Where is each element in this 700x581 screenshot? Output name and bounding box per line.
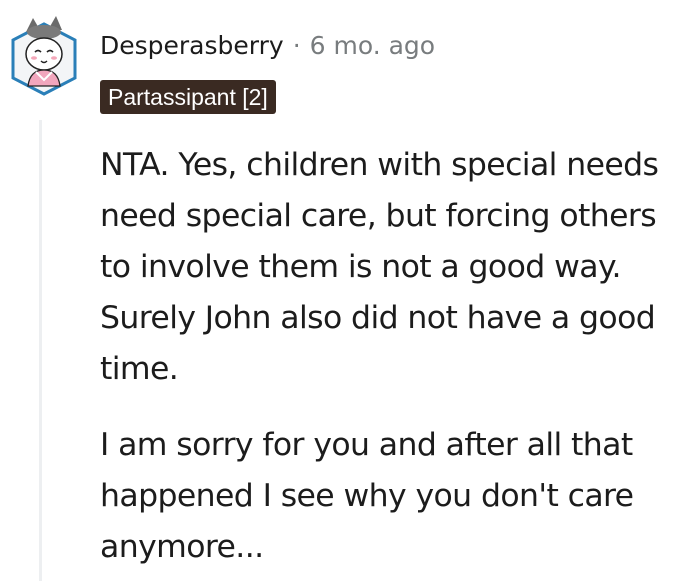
comment-paragraph: I am sorry for you and after all that ha… bbox=[100, 427, 634, 565]
comment-body: NTA. Yes, children with special needs ne… bbox=[100, 140, 695, 573]
thread-line[interactable] bbox=[39, 120, 42, 581]
author-username[interactable]: Desperasberry bbox=[100, 31, 284, 60]
comment-paragraph: NTA. Yes, children with special needs ne… bbox=[100, 147, 659, 387]
user-flair: Partassipant [2] bbox=[100, 80, 276, 114]
user-avatar-icon[interactable] bbox=[6, 14, 82, 98]
comment-timestamp[interactable]: 6 mo. ago bbox=[310, 31, 435, 60]
comment: Desperasberry · 6 mo. ago Partassipant [… bbox=[0, 0, 700, 581]
comment-meta: Desperasberry · 6 mo. ago bbox=[100, 28, 435, 62]
meta-separator: · bbox=[292, 30, 301, 60]
